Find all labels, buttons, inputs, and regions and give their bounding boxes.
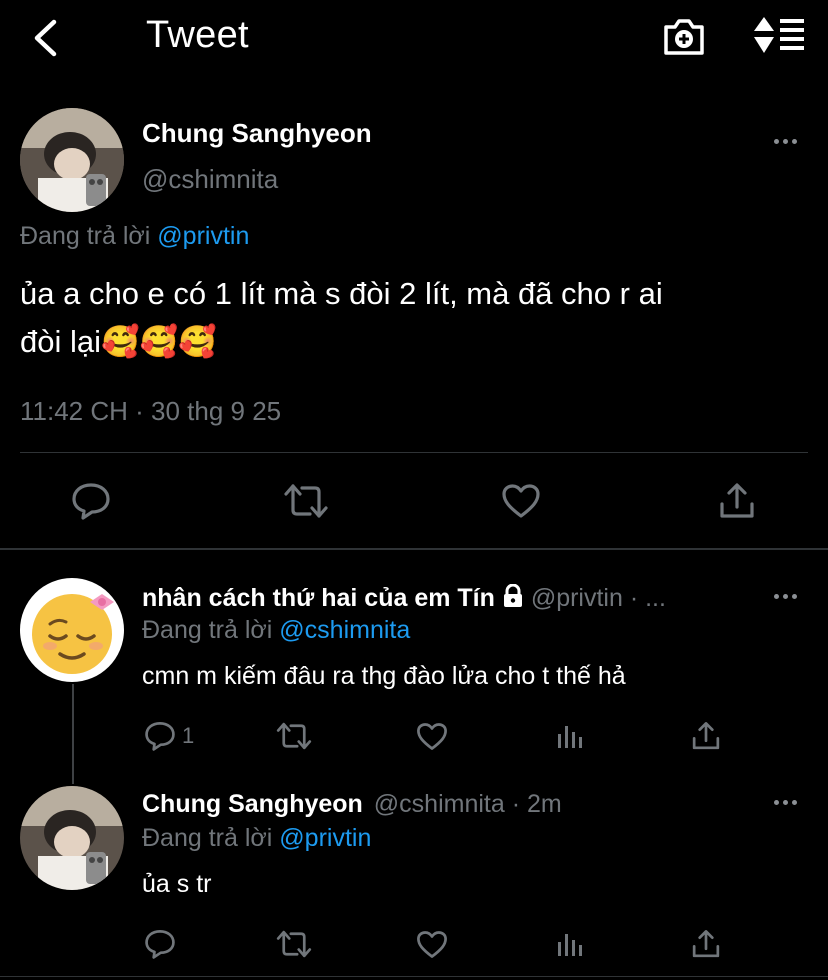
lock-icon bbox=[502, 584, 524, 608]
heart-icon bbox=[417, 930, 447, 958]
avatar-emoji bbox=[32, 594, 114, 674]
reply-button[interactable] bbox=[142, 718, 178, 754]
author-name[interactable]: Chung Sanghyeon bbox=[142, 118, 372, 149]
like-button[interactable] bbox=[500, 480, 542, 522]
avatar[interactable] bbox=[20, 786, 124, 890]
replying-to-link[interactable]: @cshimnita bbox=[279, 616, 410, 644]
reply-text: ủa s tr bbox=[142, 870, 212, 898]
more-options-button[interactable] bbox=[774, 139, 797, 144]
share-icon bbox=[692, 722, 720, 750]
sort-button[interactable] bbox=[752, 14, 806, 58]
analytics-icon bbox=[558, 934, 582, 956]
author-name[interactable]: Chung Sanghyeon bbox=[142, 790, 363, 818]
tweet-timestamp: 11:42 CH · 30 thg 9 25 bbox=[20, 396, 282, 426]
replying-to-link[interactable]: @privtin bbox=[279, 824, 371, 852]
camera-add-icon bbox=[664, 19, 704, 55]
author-handle[interactable]: @privtin · ... bbox=[531, 584, 666, 612]
divider bbox=[0, 548, 828, 550]
replying-to-link[interactable]: @privtin bbox=[157, 222, 249, 250]
replying-prefix: Đang trả lời bbox=[20, 222, 151, 250]
analytics-button[interactable] bbox=[552, 926, 588, 962]
analytics-icon bbox=[558, 726, 582, 748]
reply-icon bbox=[72, 483, 110, 520]
heart-icon bbox=[417, 722, 447, 750]
replying-to-line: Đang trả lời @privtin bbox=[20, 222, 249, 251]
author-name[interactable]: nhân cách thứ hai của em Tín bbox=[142, 584, 495, 612]
replying-to-line: Đang trả lời @privtin bbox=[142, 824, 371, 853]
divider bbox=[20, 452, 808, 453]
share-button[interactable] bbox=[716, 480, 758, 522]
like-button[interactable] bbox=[414, 718, 450, 754]
tweet-text-line: ủa a cho e có 1 lít mà s đòi 2 lít, mà đ… bbox=[20, 276, 663, 311]
page-title: Tweet bbox=[146, 14, 249, 56]
replying-to-line: Đang trả lời @cshimnita bbox=[142, 616, 410, 645]
share-icon bbox=[720, 483, 754, 518]
avatar[interactable] bbox=[20, 108, 124, 212]
reply-header: nhân cách thứ hai của em Tín @privtin · … bbox=[142, 584, 666, 613]
back-button[interactable] bbox=[28, 18, 62, 58]
retweet-icon bbox=[276, 930, 312, 958]
reply-header: Chung Sanghyeon @cshimnita · 2m bbox=[142, 790, 562, 819]
avatar-photo bbox=[20, 108, 124, 212]
tweet-text-line: đòi lại🥰🥰🥰 bbox=[20, 324, 217, 359]
retweet-button[interactable] bbox=[274, 926, 314, 962]
reply-button[interactable] bbox=[142, 926, 178, 962]
more-options-button[interactable] bbox=[774, 800, 797, 805]
author-handle[interactable]: @cshimnita · 2m bbox=[374, 790, 562, 818]
sort-lines-icon bbox=[754, 17, 804, 53]
retweet-button[interactable] bbox=[274, 718, 314, 754]
share-button[interactable] bbox=[688, 718, 724, 754]
reply-button[interactable] bbox=[70, 480, 112, 522]
tweet-text: ủa a cho e có 1 lít mà s đòi 2 lít, mà đ… bbox=[20, 274, 663, 362]
like-button[interactable] bbox=[414, 926, 450, 962]
heart-icon bbox=[502, 484, 540, 518]
camera-button[interactable] bbox=[660, 14, 708, 60]
retweet-icon bbox=[276, 722, 312, 750]
analytics-button[interactable] bbox=[552, 718, 588, 754]
reply-text: cmn m kiếm đâu ra thg đào lửa cho t thế … bbox=[142, 662, 626, 690]
author-handle[interactable]: @cshimnita bbox=[142, 164, 278, 195]
more-options-button[interactable] bbox=[774, 594, 797, 599]
reply-icon bbox=[145, 930, 175, 959]
divider bbox=[0, 976, 828, 977]
replying-prefix: Đang trả lời bbox=[142, 616, 273, 644]
reply-count: 1 bbox=[182, 723, 195, 748]
thread-line bbox=[72, 684, 74, 784]
retweet-icon bbox=[284, 484, 328, 518]
avatar-photo bbox=[20, 786, 124, 890]
retweet-button[interactable] bbox=[282, 480, 330, 522]
share-button[interactable] bbox=[688, 926, 724, 962]
chevron-left-icon bbox=[34, 19, 57, 57]
share-icon bbox=[692, 930, 720, 958]
reply-icon bbox=[145, 722, 175, 751]
replying-prefix: Đang trả lời bbox=[142, 824, 273, 852]
avatar[interactable] bbox=[20, 578, 124, 682]
